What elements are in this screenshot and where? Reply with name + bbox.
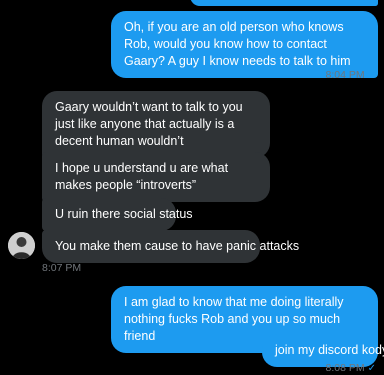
message-bubble-received[interactable]: You make them cause to have panic attack… [42,230,299,263]
message-text: Oh, if you are an old person who knows R… [124,20,351,68]
message-bubble-sent[interactable]: Oh, if you are an old person who knows R… [111,11,378,78]
avatar-image [8,232,35,259]
message-timestamp: 8:08 PM ✓ [325,362,377,374]
message-timestamp: 8:07 PM [42,262,82,274]
avatar[interactable] [8,232,35,259]
message-text: You make them cause to have panic attack… [55,239,300,253]
message-text: I hope u understand u are what makes peo… [55,161,229,192]
message-timestamp: 8:04 PM ✓ [325,69,377,81]
check-icon: ✓ [367,70,376,81]
message-bubble-received[interactable]: I hope u understand u are what makes peo… [42,152,270,202]
message-bubble-sent-cutoff[interactable] [190,0,378,6]
message-text: U ruin there social status [55,207,193,221]
message-bubble-received[interactable]: U ruin there social status [42,198,193,231]
message-bubble-received[interactable]: Gaary wouldn’t want to talk to you just … [42,91,270,158]
check-icon: ✓ [367,363,376,374]
message-text: Gaary wouldn’t want to talk to you just … [55,100,243,148]
message-text: join my discord kody [275,343,384,357]
